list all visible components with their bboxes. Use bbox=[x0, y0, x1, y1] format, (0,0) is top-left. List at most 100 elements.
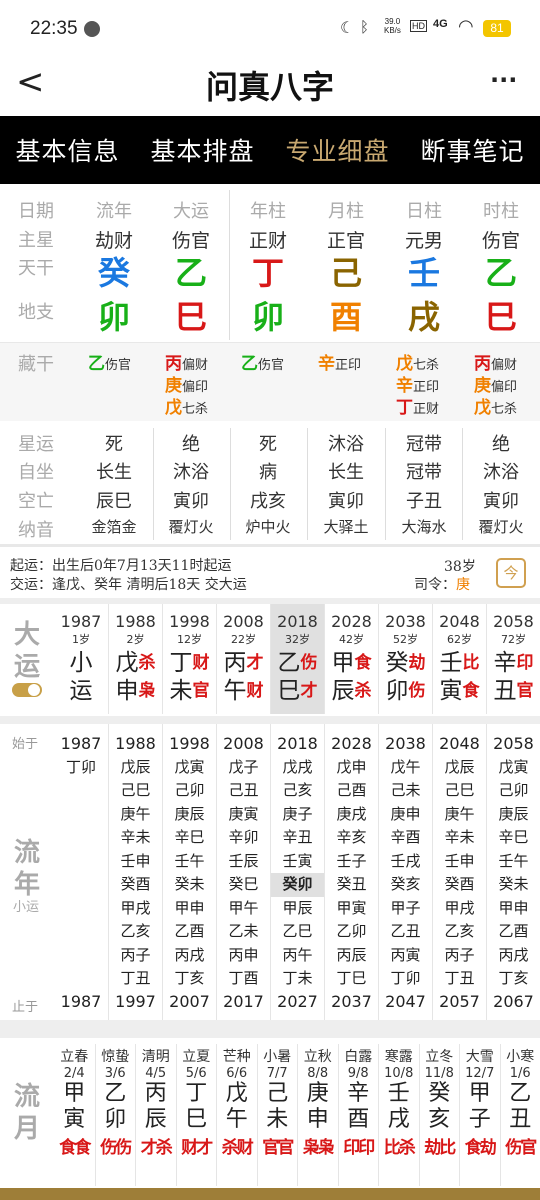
liunian-year[interactable]: 丁亥 bbox=[487, 967, 540, 991]
liuyue-col-2[interactable]: 清明 4/5 丙辰才杀 bbox=[135, 1044, 176, 1186]
liunian-year[interactable]: 丙寅 bbox=[379, 944, 432, 968]
liunian-year[interactable]: 壬寅 bbox=[271, 850, 324, 874]
liunian-year[interactable]: 庚辰 bbox=[163, 803, 216, 827]
liunian-year[interactable]: 戊子 bbox=[217, 756, 270, 780]
liunian-year[interactable]: 戊寅 bbox=[163, 756, 216, 780]
dayun-col-2018[interactable]: 2018 32岁乙伤巳才 bbox=[270, 604, 324, 714]
tab-basic-chart[interactable]: 基本排盘 bbox=[135, 116, 270, 184]
liunian-year[interactable]: 丙子 bbox=[109, 944, 162, 968]
liunian-year[interactable]: 庚午 bbox=[433, 803, 486, 827]
dayun-col-1998[interactable]: 1998 12岁丁财未官 bbox=[162, 604, 216, 714]
liunian-year[interactable]: 壬申 bbox=[433, 850, 486, 874]
dayun-col-2048[interactable]: 2048 62岁壬比寅食 bbox=[432, 604, 486, 714]
more-icon[interactable]: ··· bbox=[490, 66, 517, 94]
liunian-year[interactable]: 丁卯 bbox=[379, 967, 432, 991]
liuyue-col-4[interactable]: 芒种 6/6 戊午杀财 bbox=[216, 1044, 257, 1186]
bottom-nav-bar[interactable] bbox=[0, 1188, 540, 1200]
dayun-col-1987[interactable]: 1987 1岁小运 bbox=[54, 604, 108, 714]
liunian-year[interactable]: 乙未 bbox=[217, 920, 270, 944]
liuyue-col-7[interactable]: 白露 9/8 辛酉印印 bbox=[337, 1044, 379, 1186]
liunian-year[interactable]: 丁丑 bbox=[433, 967, 486, 991]
liunian-year[interactable]: 壬午 bbox=[163, 850, 216, 874]
liunian-year[interactable]: 戊戌 bbox=[271, 756, 324, 780]
liunian-year[interactable]: 辛酉 bbox=[379, 826, 432, 850]
liunian-year[interactable]: 庚戌 bbox=[325, 803, 378, 827]
dayun-col-2028[interactable]: 2028 42岁甲食辰杀 bbox=[324, 604, 378, 714]
liunian-year[interactable]: 戊辰 bbox=[433, 756, 486, 780]
liunian-year[interactable]: 丙戌 bbox=[163, 944, 216, 968]
liunian-year[interactable]: 戊辰 bbox=[109, 756, 162, 780]
liunian-year[interactable]: 庚寅 bbox=[217, 803, 270, 827]
liunian-year[interactable]: 辛未 bbox=[433, 826, 486, 850]
liunian-year[interactable]: 癸未 bbox=[487, 873, 540, 897]
liunian-year[interactable]: 甲寅 bbox=[325, 897, 378, 921]
liunian-year[interactable]: 辛丑 bbox=[271, 826, 324, 850]
liunian-year[interactable]: 乙酉 bbox=[163, 920, 216, 944]
liunian-year[interactable]: 己巳 bbox=[109, 779, 162, 803]
liunian-year[interactable]: 己未 bbox=[379, 779, 432, 803]
liunian-year[interactable]: 甲戌 bbox=[109, 897, 162, 921]
liunian-year[interactable]: 己丑 bbox=[217, 779, 270, 803]
dayun-col-2008[interactable]: 2008 22岁丙才午财 bbox=[216, 604, 270, 714]
tab-basic-info[interactable]: 基本信息 bbox=[0, 116, 135, 184]
liunian-year[interactable]: 戊寅 bbox=[487, 756, 540, 780]
liuyue-col-1[interactable]: 惊蛰 3/6 乙卯伤伤 bbox=[94, 1044, 136, 1186]
liunian-year[interactable]: 乙亥 bbox=[433, 920, 486, 944]
liunian-year[interactable]: 戊申 bbox=[325, 756, 378, 780]
liunian-year[interactable]: 癸亥 bbox=[379, 873, 432, 897]
dayun-toggle[interactable] bbox=[12, 683, 42, 697]
liunian-year[interactable]: 癸酉 bbox=[433, 873, 486, 897]
dayun-col-1988[interactable]: 1988 2岁戊杀申枭 bbox=[108, 604, 162, 714]
liunian-year[interactable]: 癸丑 bbox=[325, 873, 378, 897]
liunian-year[interactable]: 甲戌 bbox=[433, 897, 486, 921]
liunian-year[interactable]: 丙申 bbox=[217, 944, 270, 968]
liunian-year[interactable]: 丙子 bbox=[433, 944, 486, 968]
liunian-year[interactable]: 丁丑 bbox=[109, 967, 162, 991]
liunian-year[interactable]: 乙酉 bbox=[487, 920, 540, 944]
liunian-year[interactable]: 乙亥 bbox=[109, 920, 162, 944]
liunian-year[interactable]: 己酉 bbox=[325, 779, 378, 803]
liunian-year[interactable]: 丁卯 bbox=[54, 756, 108, 780]
liunian-year[interactable]: 甲申 bbox=[163, 897, 216, 921]
liuyue-col-10[interactable]: 大雪 12/7 甲子食劫 bbox=[459, 1044, 500, 1186]
liunian-year[interactable]: 壬申 bbox=[109, 850, 162, 874]
liunian-year[interactable]: 己卯 bbox=[487, 779, 540, 803]
liuyue-col-3[interactable]: 立夏 5/6 丁巳财才 bbox=[175, 1044, 217, 1186]
dayun-col-2058[interactable]: 2058 72岁辛印丑官 bbox=[486, 604, 540, 714]
liunian-year[interactable]: 乙卯 bbox=[325, 920, 378, 944]
liunian-year[interactable]: 辛巳 bbox=[163, 826, 216, 850]
liunian-year[interactable]: 庚子 bbox=[271, 803, 324, 827]
liunian-year[interactable]: 癸巳 bbox=[217, 873, 270, 897]
liunian-year[interactable]: 甲辰 bbox=[271, 897, 324, 921]
liunian-year[interactable]: 甲子 bbox=[379, 897, 432, 921]
liunian-year[interactable]: 庚午 bbox=[109, 803, 162, 827]
liunian-year[interactable]: 丙午 bbox=[271, 944, 324, 968]
liuyue-col-5[interactable]: 小暑 7/7 己未官官 bbox=[256, 1044, 298, 1186]
liunian-year[interactable]: 辛亥 bbox=[325, 826, 378, 850]
liunian-year[interactable]: 庚申 bbox=[379, 803, 432, 827]
tab-notes[interactable]: 断事笔记 bbox=[405, 116, 540, 184]
liunian-year[interactable]: 丙戌 bbox=[487, 944, 540, 968]
liunian-year[interactable]: 壬戌 bbox=[379, 850, 432, 874]
liunian-year[interactable]: 壬辰 bbox=[217, 850, 270, 874]
calendar-icon[interactable]: 今 bbox=[496, 558, 526, 588]
liunian-year[interactable]: 甲午 bbox=[217, 897, 270, 921]
liunian-year[interactable]: 辛卯 bbox=[217, 826, 270, 850]
dayun-col-2038[interactable]: 2038 52岁癸劫卯伤 bbox=[378, 604, 432, 714]
liunian-year[interactable]: 丙辰 bbox=[325, 944, 378, 968]
liunian-year[interactable]: 癸未 bbox=[163, 873, 216, 897]
liunian-year[interactable]: 辛巳 bbox=[487, 826, 540, 850]
liunian-year[interactable]: 丁未 bbox=[271, 967, 324, 991]
liunian-year[interactable]: 乙丑 bbox=[379, 920, 432, 944]
liuyue-col-9[interactable]: 立冬 11/8 癸亥劫比 bbox=[418, 1044, 460, 1186]
liunian-year[interactable]: 甲申 bbox=[487, 897, 540, 921]
liuyue-col-11[interactable]: 小寒 1/6 乙丑伤官 bbox=[499, 1044, 540, 1186]
liunian-year[interactable]: 己卯 bbox=[163, 779, 216, 803]
liunian-year[interactable]: 癸卯 bbox=[271, 873, 324, 897]
liunian-year[interactable]: 己亥 bbox=[271, 779, 324, 803]
liunian-year[interactable]: 壬子 bbox=[325, 850, 378, 874]
liunian-year[interactable]: 癸酉 bbox=[109, 873, 162, 897]
liunian-year[interactable]: 壬午 bbox=[487, 850, 540, 874]
liuyue-col-8[interactable]: 寒露 10/8 壬戌比杀 bbox=[378, 1044, 419, 1186]
liunian-year[interactable]: 戊午 bbox=[379, 756, 432, 780]
